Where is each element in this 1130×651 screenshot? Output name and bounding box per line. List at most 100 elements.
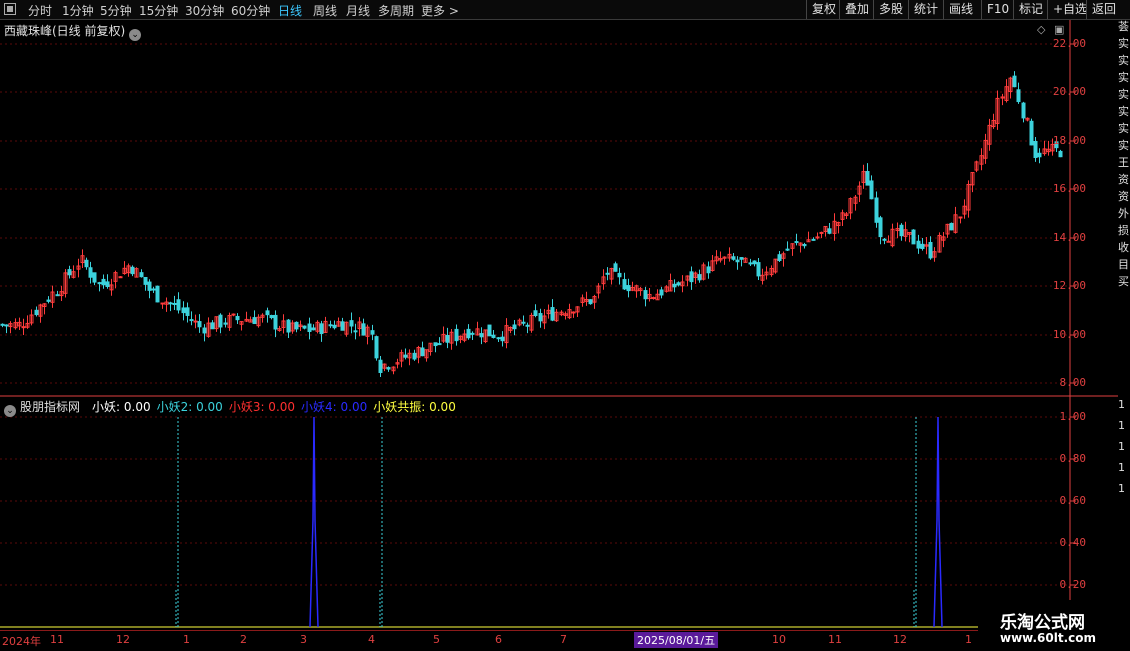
candle-body [882,238,887,241]
right-column-char: 实 [1118,37,1129,50]
price-tick: 10.00 [1052,328,1086,341]
candle-body [785,248,790,251]
date-label: 1 [965,633,972,646]
candle-body [118,276,123,279]
candle-body [706,266,711,274]
candle-body [651,297,656,300]
candle-body [550,307,555,321]
right-column-char: 外 [1118,207,1129,220]
candle-body [147,281,152,291]
candle-body [617,272,622,278]
candle-body [88,267,93,278]
candle-body [269,315,274,319]
candle-body [622,279,627,290]
right-column-char: 荟 [1118,20,1129,33]
candle-body [928,241,933,259]
candle-body [67,269,72,276]
candle-body [643,290,648,300]
indicator-tick: 1.00 [1059,410,1087,423]
candle-body [777,254,782,261]
candle-body [202,327,207,334]
candle-body [0,323,5,326]
candle-body [874,197,879,223]
cursor-date: 2025/08/01/五 [634,632,719,648]
candle-body [97,282,102,285]
candle-body [659,289,664,296]
candle-body [911,229,916,245]
candle-body [273,314,278,330]
candle-body [752,260,757,265]
candle-body [533,310,538,317]
candle-body [899,224,904,237]
candle-body [319,323,324,335]
date-label: 6 [495,633,502,646]
candle-body [197,321,202,328]
candle-body [571,311,576,314]
right-column-char: 实 [1118,71,1129,84]
right-column-char: 1 [1118,482,1125,495]
candle-body [101,278,106,286]
watermark-url: www.60lt.com [1000,631,1097,645]
candle-body [139,272,144,278]
indicator-line-2: 小妖3: 0.00 [228,400,296,414]
candle-body [4,324,9,327]
candle-body [869,180,874,200]
candle-body [218,314,223,328]
candle-body [811,238,816,241]
candle-body [189,319,194,322]
kline-chart[interactable] [0,0,1118,650]
right-column-char: 实 [1118,139,1129,152]
date-label: 1 [183,633,190,646]
candle-body [470,332,475,335]
candle-body [21,326,26,329]
candle-body [386,367,391,370]
right-info-column: 荟实实实实实实实王资资外损收目买11111 [1118,20,1130,650]
candle-body [500,336,505,342]
candle-body [525,324,530,327]
candle-body [1058,150,1063,158]
candle-body [819,231,824,234]
candle-body [886,240,891,243]
candle-body [265,310,270,316]
candle-body [756,262,761,277]
candle-body [252,317,257,325]
candle-body [302,325,307,329]
date-label: 11 [50,633,64,646]
candle-body [403,354,408,358]
candle-body [588,299,593,305]
candle-body [223,322,228,325]
candle-body [827,228,832,234]
candle-body [210,322,215,330]
right-column-char: 1 [1118,440,1125,453]
candle-body [878,217,883,238]
right-column-char: 目 [1118,258,1129,271]
date-label: 2024年 [2,635,41,648]
candle-body [185,307,190,316]
indicator-line-3: 小妖4: 0.00 [301,400,368,414]
candle-body [349,320,354,327]
candle-body [949,222,954,231]
candle-body [105,281,110,288]
candle-body [361,323,366,336]
candle-body [181,307,186,314]
candle-body [538,313,543,322]
candle-body [496,337,501,340]
right-column-char: 实 [1118,54,1129,67]
right-column-char: 损 [1118,224,1129,237]
candle-body [307,323,312,333]
right-column-char: 1 [1118,419,1125,432]
indicator-tick: 0.80 [1059,452,1087,465]
candle-body [286,319,291,333]
candle-body [454,328,459,342]
candle-body [613,263,618,272]
date-label: 2 [240,633,247,646]
indicator-line-4: 小妖共振: 0.00 [373,400,456,414]
date-axis: 2024年 11 12 1 2 3 4 5 6 7 10 11 12 1 2025/08/01/五 [0,630,1070,651]
candle-body [958,216,963,219]
candle-body [920,243,925,249]
candle-body [34,309,39,316]
candle-body [332,324,337,329]
candle-body [466,328,471,339]
candle-body [176,299,181,311]
indicator-dropdown-icon[interactable]: ⌄ [4,405,16,417]
